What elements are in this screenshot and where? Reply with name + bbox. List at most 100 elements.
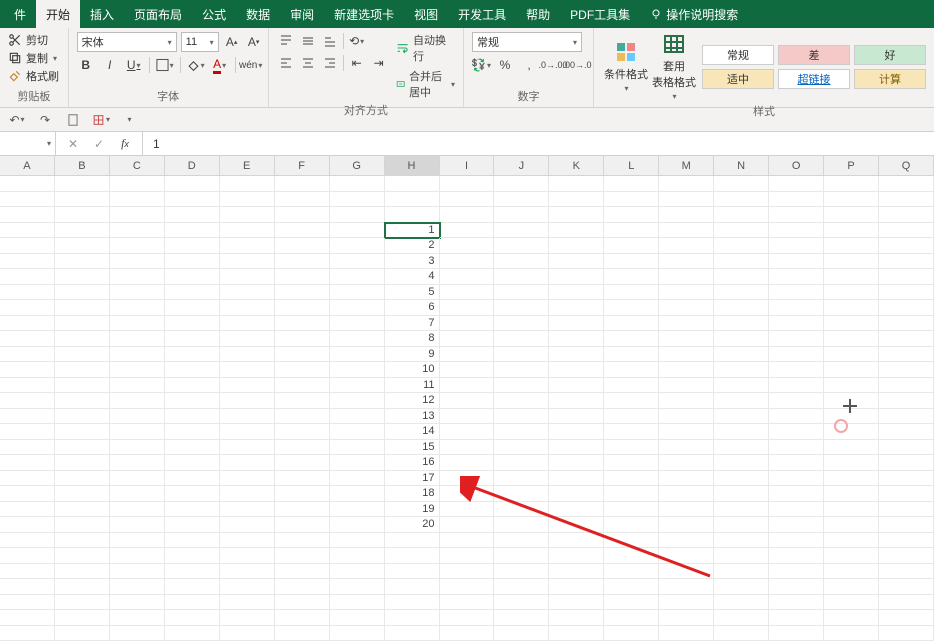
cell[interactable] [110,579,165,595]
cell[interactable] [494,564,549,580]
cell[interactable] [714,548,769,564]
table-row[interactable] [0,626,934,641]
cell[interactable] [55,238,110,254]
cell[interactable] [110,424,165,440]
cell[interactable] [0,300,55,316]
cell[interactable] [494,223,549,239]
cell[interactable] [824,238,879,254]
cell[interactable] [659,207,714,223]
cell[interactable] [549,502,604,518]
cell[interactable] [55,192,110,208]
cell[interactable] [824,207,879,223]
cell[interactable] [55,548,110,564]
cell[interactable] [330,610,385,626]
cell[interactable] [549,626,604,641]
cell[interactable] [275,285,330,301]
cell[interactable] [769,548,824,564]
cell[interactable] [879,362,934,378]
cell[interactable] [440,316,495,332]
cell[interactable] [769,455,824,471]
cell[interactable] [659,393,714,409]
column-header-F[interactable]: F [275,156,330,175]
cell[interactable] [549,285,604,301]
cell[interactable]: 18 [385,486,440,502]
cell[interactable] [55,440,110,456]
table-row[interactable]: 6 [0,300,934,316]
cell[interactable] [330,564,385,580]
column-header-E[interactable]: E [220,156,275,175]
cell[interactable] [549,409,604,425]
cell[interactable] [549,517,604,533]
table-row[interactable]: 17 [0,471,934,487]
cell[interactable] [330,579,385,595]
table-row[interactable]: 12 [0,393,934,409]
cell[interactable] [440,486,495,502]
cell[interactable] [55,579,110,595]
cell[interactable] [55,316,110,332]
cell[interactable]: 11 [385,378,440,394]
cell[interactable] [714,626,769,641]
cell[interactable] [440,254,495,270]
table-row[interactable]: 9 [0,347,934,363]
cell[interactable] [440,548,495,564]
column-header-O[interactable]: O [769,156,824,175]
cell[interactable] [604,440,659,456]
cell[interactable] [165,564,220,580]
cell[interactable] [0,502,55,518]
cell[interactable] [110,409,165,425]
cell[interactable] [879,378,934,394]
cell[interactable] [549,269,604,285]
table-row[interactable]: 4 [0,269,934,285]
cell[interactable] [110,471,165,487]
cell[interactable] [494,424,549,440]
cell[interactable] [604,362,659,378]
cell[interactable] [0,285,55,301]
cell[interactable] [220,393,275,409]
percent-button[interactable]: % [496,56,514,74]
cell[interactable]: 17 [385,471,440,487]
cell[interactable] [494,626,549,641]
cell[interactable] [110,254,165,270]
table-row[interactable]: 5 [0,285,934,301]
cell[interactable] [440,517,495,533]
cell[interactable] [659,533,714,549]
cell[interactable] [165,378,220,394]
cell[interactable] [220,300,275,316]
cell[interactable]: 20 [385,517,440,533]
cell[interactable] [879,409,934,425]
cell[interactable] [769,192,824,208]
cell[interactable] [879,471,934,487]
cell[interactable] [604,610,659,626]
tab-formulas[interactable]: 公式 [192,0,236,28]
cell[interactable] [824,409,879,425]
cell[interactable] [879,626,934,641]
cell[interactable] [220,223,275,239]
cell[interactable] [824,517,879,533]
table-row[interactable] [0,595,934,611]
italic-button[interactable]: I [101,56,119,74]
cell[interactable] [659,610,714,626]
tab-insert[interactable]: 插入 [80,0,124,28]
table-row[interactable]: 7 [0,316,934,332]
cell[interactable] [769,285,824,301]
cell[interactable] [165,176,220,192]
cell[interactable] [275,378,330,394]
cell[interactable] [604,424,659,440]
cell[interactable] [604,502,659,518]
cell[interactable] [549,192,604,208]
wrap-text-button[interactable]: 自动换行 [396,32,455,64]
cell[interactable] [549,548,604,564]
font-family-combo[interactable]: 宋体▾ [77,32,177,52]
cell[interactable] [659,176,714,192]
table-row[interactable] [0,207,934,223]
cell[interactable] [824,610,879,626]
cell[interactable] [879,285,934,301]
column-header-J[interactable]: J [494,156,549,175]
cell[interactable] [385,610,440,626]
cell[interactable] [220,331,275,347]
cell[interactable] [769,533,824,549]
cell[interactable] [0,347,55,363]
cell[interactable] [494,502,549,518]
cell[interactable] [0,409,55,425]
cell[interactable] [714,533,769,549]
